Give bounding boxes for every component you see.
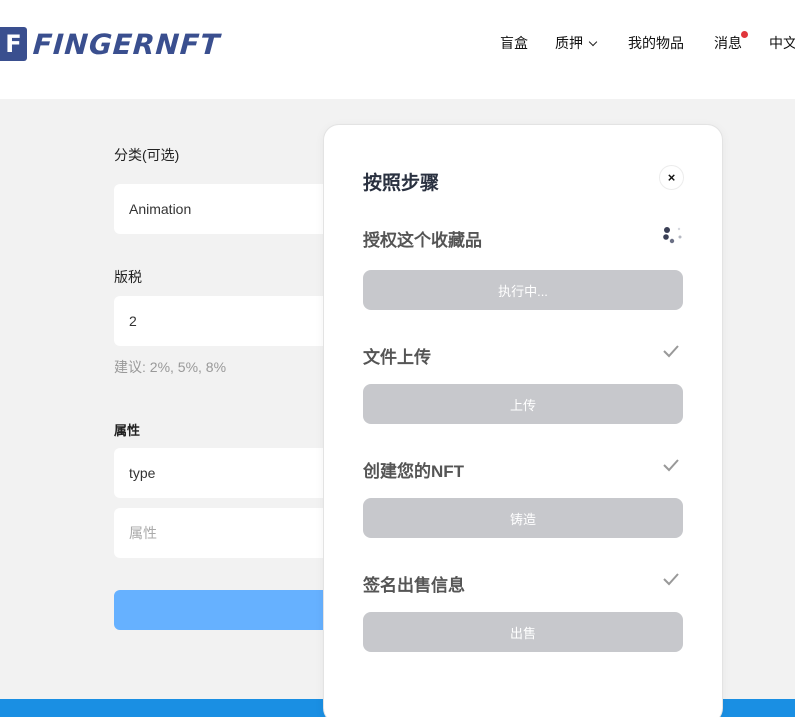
notification-dot (741, 31, 748, 38)
nav-pledge-label: 质押 (555, 35, 583, 51)
royalty-hint: 建议: 2%, 5%, 8% (114, 359, 227, 375)
check-icon (663, 573, 679, 586)
step-approve-button[interactable]: 执行中... (363, 270, 683, 310)
nav-blind-box[interactable]: 盲盒 (500, 33, 528, 53)
step-sell-button[interactable]: 出售 (363, 612, 683, 652)
step-upload-title: 文件上传 (363, 348, 431, 367)
site-header: F FINGERNFT 盲盒 质押 我的物品 消息 中文 (0, 0, 795, 99)
nav-messages-label: 消息 (714, 35, 742, 51)
nav-my-items[interactable]: 我的物品 (628, 33, 684, 53)
step-mint-button[interactable]: 铸造 (363, 498, 683, 538)
check-icon (663, 345, 679, 358)
loading-spinner-icon (663, 227, 682, 244)
logo-text: FINGERNFT (31, 27, 222, 61)
royalty-label: 版税 (114, 269, 142, 285)
close-button[interactable]: × (659, 165, 684, 190)
nav-language[interactable]: 中文 (769, 33, 795, 53)
step-mint-title: 创建您的NFT (363, 462, 465, 481)
category-label: 分类(可选) (114, 147, 180, 163)
site-logo[interactable]: F FINGERNFT (0, 27, 222, 61)
check-icon (663, 459, 679, 472)
nav-messages[interactable]: 消息 (714, 31, 748, 53)
steps-modal: 按照步骤 × 授权这个收藏品 执行中... 文件上传 上传 创建您的NFT 铸造… (323, 124, 723, 717)
close-icon: × (667, 170, 676, 185)
attributes-label: 属性 (114, 423, 141, 438)
modal-title: 按照步骤 (363, 173, 440, 194)
chevron-down-icon (588, 37, 598, 47)
step-upload-button[interactable]: 上传 (363, 384, 683, 424)
logo-mark: F (0, 27, 27, 61)
step-sell-title: 签名出售信息 (363, 576, 465, 595)
step-approve-title: 授权这个收藏品 (363, 231, 482, 250)
nav-pledge[interactable]: 质押 (555, 33, 598, 53)
